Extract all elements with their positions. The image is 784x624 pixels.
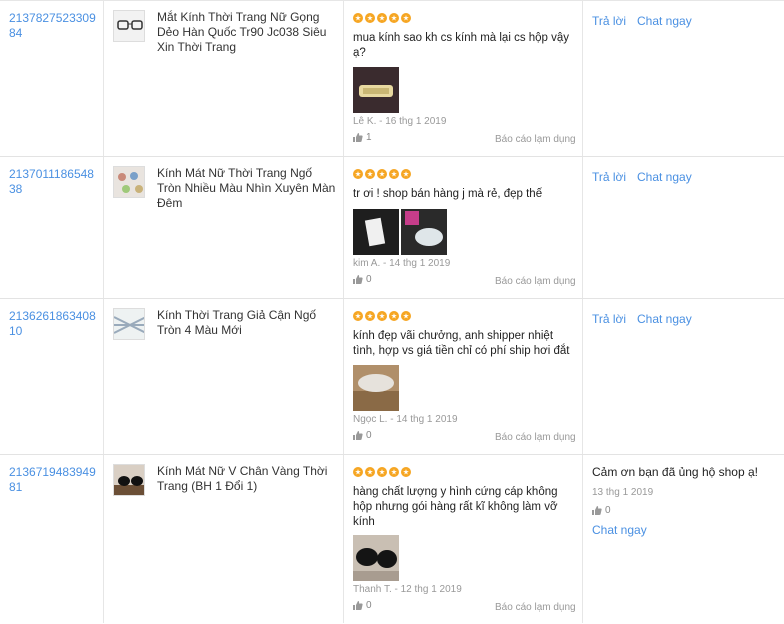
review-comment: kính đẹp vãi chưởng, anh shipper nhiệt t…	[353, 330, 570, 357]
star-icon	[389, 13, 399, 23]
report-abuse-link[interactable]: Báo cáo lạm dụng	[495, 602, 576, 613]
like-count: 0	[366, 600, 372, 611]
star-icon	[365, 169, 375, 179]
star-icon	[377, 169, 387, 179]
thumbs-up-icon	[592, 506, 602, 515]
thumbs-up-icon	[353, 431, 363, 440]
review-author-date: kim A. - 14 thg 1 2019	[353, 258, 451, 269]
review-row: 213701118654838 Kính Mát Nữ Thời Trang N…	[0, 157, 784, 299]
star-icon	[401, 13, 411, 23]
chat-now-button[interactable]: Chat ngay	[637, 312, 692, 326]
report-abuse-link[interactable]: Báo cáo lạm dụng	[495, 276, 576, 287]
product-thumbnail[interactable]	[113, 166, 145, 198]
rating-stars	[353, 169, 411, 179]
review-photos	[353, 365, 399, 411]
order-id-link[interactable]: 213626186340810	[9, 309, 99, 339]
shop-reply: Cảm ơn bạn đã ủng hộ shop ạ! 13 thg 1 20…	[592, 465, 772, 538]
star-icon	[353, 467, 363, 477]
star-icon	[389, 311, 399, 321]
product-name-link[interactable]: Mắt Kính Thời Trang Nữ Gọng Dẻo Hàn Quốc…	[157, 10, 337, 55]
reply-button[interactable]: Trả lời	[592, 170, 626, 184]
reply-button[interactable]: Trả lời	[592, 312, 626, 326]
product-thumbnail[interactable]	[113, 464, 145, 496]
review-comment: mua kính sao kh cs kính mà lại cs hộp vậ…	[353, 32, 570, 59]
review-author-date: Lê K. - 16 thg 1 2019	[353, 116, 447, 127]
product-thumbnail[interactable]	[113, 10, 145, 42]
report-abuse-link[interactable]: Báo cáo lạm dụng	[495, 432, 576, 443]
reviews-table: 213782752330984 Mắt Kính Thời Trang Nữ G…	[0, 0, 784, 623]
review-row: 213626186340810 Kính Thời Trang Giả Cận …	[0, 299, 784, 455]
star-icon	[377, 311, 387, 321]
like-button[interactable]: 0	[353, 274, 372, 285]
review-photo[interactable]	[353, 67, 399, 113]
order-id-link[interactable]: 213671948394981	[9, 465, 99, 495]
order-id-link[interactable]: 213701118654838	[9, 167, 99, 197]
like-count: 0	[366, 274, 372, 285]
review-author-date: Thanh T. - 12 thg 1 2019	[353, 584, 462, 595]
report-abuse-link[interactable]: Báo cáo lạm dụng	[495, 134, 576, 145]
reply-button[interactable]: Trả lời	[592, 14, 626, 28]
like-count: 1	[366, 132, 372, 143]
shop-reply-text: Cảm ơn bạn đã ủng hộ shop ạ!	[592, 465, 758, 479]
star-icon	[365, 13, 375, 23]
review-photo[interactable]	[353, 535, 399, 581]
like-count: 0	[605, 505, 611, 516]
shop-reply-like-button[interactable]: 0	[592, 503, 772, 518]
star-icon	[365, 467, 375, 477]
star-icon	[353, 311, 363, 321]
product-name-link[interactable]: Kính Thời Trang Giả Cận Ngố Tròn 4 Màu M…	[157, 308, 337, 338]
shop-reply-date: 13 thg 1 2019	[592, 487, 654, 498]
review-author-date: Ngọc L. - 14 thg 1 2019	[353, 414, 458, 425]
like-count: 0	[366, 430, 372, 441]
star-icon	[401, 169, 411, 179]
star-icon	[353, 13, 363, 23]
like-button[interactable]: 0	[353, 600, 372, 611]
review-row: 213782752330984 Mắt Kính Thời Trang Nữ G…	[0, 1, 784, 157]
like-button[interactable]: 1	[353, 132, 372, 143]
rating-stars	[353, 311, 411, 321]
star-icon	[389, 169, 399, 179]
product-name-link[interactable]: Kính Mát Nữ V Chân Vàng Thời Trang (BH 1…	[157, 464, 337, 494]
thumbs-up-icon	[353, 601, 363, 610]
star-icon	[353, 169, 363, 179]
star-icon	[377, 467, 387, 477]
star-icon	[377, 13, 387, 23]
product-thumbnail[interactable]	[113, 308, 145, 340]
rating-stars	[353, 13, 411, 23]
review-photos	[353, 67, 399, 113]
review-row: 213671948394981 Kính Mát Nữ V Chân Vàng …	[0, 455, 784, 624]
star-icon	[365, 311, 375, 321]
order-id-link[interactable]: 213782752330984	[9, 11, 99, 41]
review-photo[interactable]	[401, 209, 447, 255]
review-photos	[353, 535, 399, 581]
star-icon	[389, 467, 399, 477]
review-photo[interactable]	[353, 209, 399, 255]
product-name-link[interactable]: Kính Mát Nữ Thời Trang Ngố Tròn Nhiều Mà…	[157, 166, 337, 211]
chat-now-button[interactable]: Chat ngay	[637, 14, 692, 28]
chat-now-button[interactable]: Chat ngay	[592, 523, 772, 538]
like-button[interactable]: 0	[353, 430, 372, 441]
star-icon	[401, 311, 411, 321]
review-comment: tr ơi ! shop bán hàng j mà rẻ, đẹp thế	[353, 188, 543, 200]
review-photos	[353, 209, 447, 255]
star-icon	[401, 467, 411, 477]
chat-now-button[interactable]: Chat ngay	[637, 170, 692, 184]
rating-stars	[353, 467, 411, 477]
review-photo[interactable]	[353, 365, 399, 411]
thumbs-up-icon	[353, 275, 363, 284]
thumbs-up-icon	[353, 133, 363, 142]
review-comment: hàng chất lượng y hình cứng cáp không hộ…	[353, 486, 558, 528]
